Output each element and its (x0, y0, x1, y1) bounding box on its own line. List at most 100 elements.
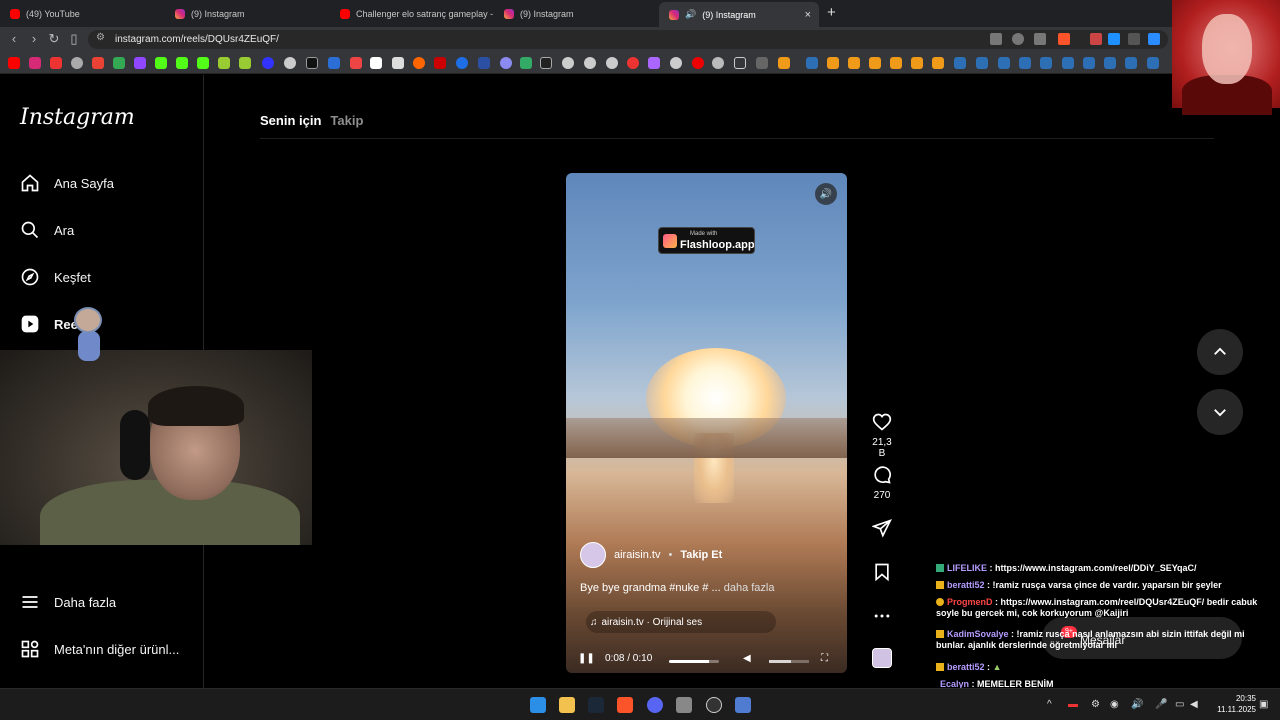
tab-instagram-active[interactable]: 🔊 (9) Instagram × (659, 2, 819, 27)
volume-icon[interactable]: 🔊 (815, 183, 837, 205)
bookmark-icon[interactable] (239, 57, 251, 69)
extension-icon[interactable] (1108, 33, 1120, 45)
zoom-icon[interactable] (1012, 33, 1024, 45)
next-reel-button[interactable] (1197, 389, 1243, 435)
screen-cast-icon[interactable] (990, 33, 1002, 45)
bookmark-icon[interactable] (712, 57, 724, 69)
bookmark-instagram-icon[interactable] (29, 57, 41, 69)
bookmark-icon[interactable] (392, 57, 404, 69)
system-clock[interactable]: 20:35 11.11.2025 (1206, 693, 1256, 715)
tray-icon[interactable]: ⚙ (1091, 699, 1100, 710)
app-icon[interactable] (735, 697, 751, 713)
discord-icon[interactable] (647, 697, 663, 713)
reload-icon[interactable]: ↻ (46, 31, 62, 47)
bookmark-icon[interactable] (670, 57, 682, 69)
notification-icon[interactable]: ▣ (1259, 699, 1268, 710)
avatar[interactable] (580, 542, 606, 568)
author-name[interactable]: airaisin.tv (614, 549, 660, 561)
folder-icon[interactable] (734, 57, 746, 69)
bookmark-gmail-icon[interactable] (92, 57, 104, 69)
instagram-logo[interactable]: Instagram (20, 105, 135, 130)
bookmark-icon[interactable] (500, 57, 512, 69)
comment-button[interactable]: 270 (868, 465, 896, 501)
tab-following[interactable]: Takip (330, 113, 363, 128)
bookmark-icon[interactable] (627, 57, 639, 69)
previous-reel-button[interactable] (1197, 329, 1243, 375)
chevron-up-icon[interactable]: ^ (1047, 699, 1052, 710)
bookmark-icon[interactable] (262, 57, 274, 69)
bookmark-steam-icon[interactable] (1019, 57, 1031, 69)
steam-icon[interactable] (588, 697, 604, 713)
bookmark-steam-icon[interactable] (1083, 57, 1095, 69)
bookmark-icon[interactable] (827, 57, 839, 69)
bookmark-icon[interactable]: ▯ (66, 31, 82, 47)
follow-button[interactable]: Takip Et (680, 549, 722, 561)
bookmark-icon[interactable] (932, 57, 944, 69)
bookmark-steam-icon[interactable] (976, 57, 988, 69)
app-icon[interactable] (676, 697, 692, 713)
bookmark-steam-icon[interactable] (1147, 57, 1159, 69)
network-icon[interactable]: ▭ (1175, 699, 1184, 710)
bookmark-kick-icon[interactable] (176, 57, 188, 69)
fullscreen-icon[interactable]: ⛶ (821, 653, 828, 664)
bookmark-icon[interactable] (692, 57, 704, 69)
bookmark-steam-icon[interactable] (954, 57, 966, 69)
bookmark-icon[interactable] (778, 57, 790, 69)
extension-icon[interactable] (1090, 33, 1102, 45)
bookmark-icon[interactable] (648, 57, 660, 69)
volume-tray-icon[interactable]: 🔊 (1131, 699, 1143, 710)
bookmark-icon[interactable] (218, 57, 230, 69)
bookmark-steam-icon[interactable] (1104, 57, 1116, 69)
pause-icon[interactable]: ❚❚ (578, 653, 595, 664)
bookmark-icon[interactable] (890, 57, 902, 69)
bookmark-icon[interactable] (478, 57, 490, 69)
tab-for-you[interactable]: Senin için (260, 113, 321, 128)
bookmark-icon[interactable] (584, 57, 596, 69)
bookmark-icon[interactable] (328, 57, 340, 69)
progress-bar[interactable] (669, 660, 719, 663)
bookmark-icon[interactable] (540, 57, 552, 69)
extension-icon[interactable] (1128, 33, 1140, 45)
bookmark-icon[interactable] (370, 57, 382, 69)
forward-icon[interactable]: › (26, 31, 42, 46)
tab-youtube[interactable]: (49) YouTube (0, 3, 165, 24)
bookmark-drive-icon[interactable] (113, 57, 125, 69)
bookmark-steam-icon[interactable] (998, 57, 1010, 69)
bookmark-icon[interactable] (284, 57, 296, 69)
brave-shield-icon[interactable] (1058, 33, 1070, 45)
url-text[interactable]: instagram.com/reels/DQUsr4ZEuQF/ (115, 34, 279, 45)
nav-meta-products[interactable]: Meta'nın diğer ürünl... (20, 639, 179, 659)
speaker-icon[interactable]: ◀ (743, 653, 751, 664)
bookmark-steam-icon[interactable] (1040, 57, 1052, 69)
tab-instagram-1[interactable]: (9) Instagram (165, 3, 330, 24)
brave-icon[interactable] (617, 697, 633, 713)
tray-icon[interactable]: ▬ (1068, 699, 1078, 710)
bookmark-youtube-icon[interactable] (8, 57, 20, 69)
bookmark-icon[interactable] (848, 57, 860, 69)
nav-more[interactable]: Daha fazla (20, 592, 116, 612)
save-button[interactable] (868, 562, 896, 585)
steam-tray-icon[interactable]: ◉ (1110, 699, 1119, 710)
bookmark-icon[interactable] (606, 57, 618, 69)
bookmark-kick-icon[interactable] (197, 57, 209, 69)
like-button[interactable]: 21,3 B (868, 412, 896, 459)
reel-audio[interactable]: ♫ airaisin.tv · Orijinal ses (586, 611, 776, 633)
start-icon[interactable] (530, 697, 546, 713)
nav-explore[interactable]: Keşfet (20, 267, 91, 287)
tab-youtube-chess[interactable]: Challenger elo satranç gameplay - Yo (330, 3, 493, 24)
bookmark-icon[interactable] (350, 57, 362, 69)
back-icon[interactable]: ‹ (6, 31, 22, 46)
bookmark-icon[interactable] (911, 57, 923, 69)
bookmark-icon[interactable] (520, 57, 532, 69)
nav-home[interactable]: Ana Sayfa (20, 173, 114, 193)
bookmark-icon[interactable] (456, 57, 468, 69)
new-tab-button[interactable]: + (827, 4, 836, 21)
more-options-button[interactable] (868, 606, 896, 629)
share-button[interactable] (868, 518, 896, 541)
bookmark-twitch-icon[interactable] (134, 57, 146, 69)
extension-icon[interactable] (1148, 33, 1160, 45)
share-icon[interactable] (1034, 33, 1046, 45)
bookmark-icon[interactable] (562, 57, 574, 69)
caption-more-link[interactable]: daha fazla (724, 582, 775, 594)
volume-slider[interactable] (769, 660, 791, 663)
